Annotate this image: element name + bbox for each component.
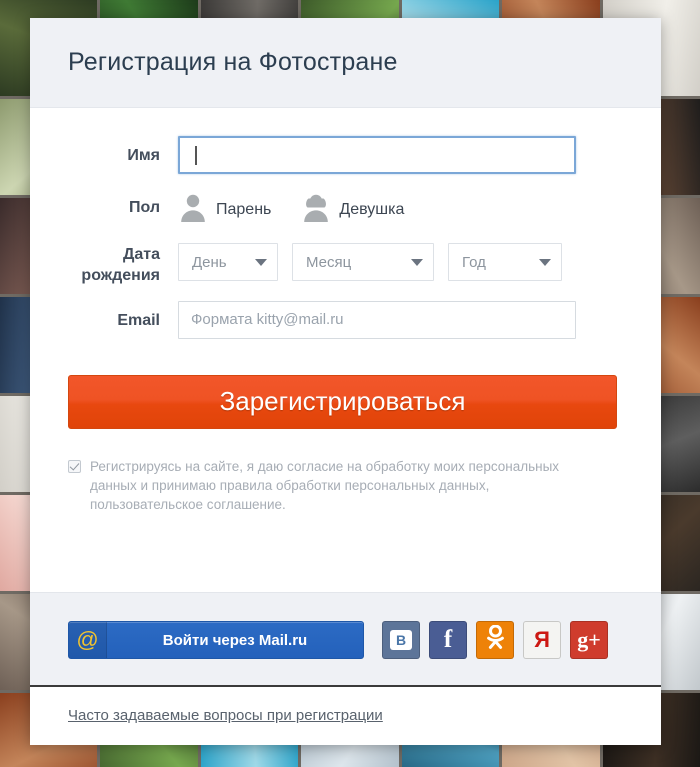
name-field-wrap	[178, 136, 623, 174]
registration-modal: Регистрация на Фотостране Имя Пол Парень…	[30, 18, 661, 745]
vkontakte-icon: В	[390, 630, 412, 650]
name-input[interactable]	[178, 136, 576, 174]
consent-text: Регистрируясь на сайте, я даю согласие н…	[90, 458, 560, 512]
registration-form: Имя Пол Парень Девушка Дата рождения Ден…	[30, 108, 661, 592]
yandex-icon: Я	[534, 627, 550, 652]
chevron-down-icon	[539, 258, 551, 266]
mailru-login-label: Войти через Mail.ru	[162, 631, 308, 649]
birthdate-day-value: День	[192, 253, 227, 271]
gender-option-female-label: Девушка	[339, 200, 405, 218]
at-glyph: @	[76, 627, 99, 652]
birthdate-label: Дата рождения	[30, 241, 178, 287]
page-title: Регистрация на Фотостране	[68, 48, 398, 76]
gender-field-wrap: Парень Девушка	[178, 188, 623, 227]
facebook-icon: f	[443, 626, 453, 653]
birthdate-year-value: Год	[462, 253, 486, 271]
faq-bar: Часто задаваемые вопросы при регистрации	[30, 685, 661, 745]
social-buttons: В f Я g+	[382, 621, 617, 659]
gender-option-male[interactable]: Парень	[178, 192, 271, 227]
email-label: Email	[117, 311, 160, 329]
form-row-birthdate: Дата рождения День Месяц Год	[30, 241, 623, 287]
odnoklassniki-icon	[486, 624, 505, 655]
google-plus-login-button[interactable]: g+	[570, 621, 608, 659]
google-plus-icon: g+	[577, 627, 601, 652]
faq-link[interactable]: Часто задаваемые вопросы при регистрации	[68, 707, 383, 724]
email-field-wrap: Формата kitty@mail.ru	[178, 300, 623, 339]
male-avatar-icon	[178, 192, 208, 227]
form-row-gender: Пол Парень Девушка	[30, 188, 623, 227]
birthdate-month-select[interactable]: Месяц	[292, 243, 434, 281]
at-icon: @	[69, 622, 107, 658]
odnoklassniki-login-button[interactable]	[476, 621, 514, 659]
vkontakte-login-button[interactable]: В	[382, 621, 420, 659]
consent-checkbox[interactable]	[68, 459, 81, 473]
text-cursor	[195, 145, 197, 165]
name-label: Имя	[127, 147, 160, 164]
female-avatar-icon	[301, 192, 331, 227]
birthdate-selects: День Месяц Год	[178, 241, 623, 281]
email-input[interactable]: Формата kitty@mail.ru	[178, 300, 576, 339]
gender-options: Парень Девушка	[178, 188, 623, 227]
birthdate-month-value: Месяц	[306, 253, 352, 271]
consent-block: Регистрируясь на сайте, я даю согласие н…	[30, 429, 623, 514]
modal-header: Регистрация на Фотостране	[30, 18, 661, 108]
birthdate-year-select[interactable]: Год	[448, 243, 562, 281]
chevron-down-icon	[255, 258, 267, 266]
birthdate-day-select[interactable]: День	[178, 243, 278, 281]
facebook-login-button[interactable]: f	[429, 621, 467, 659]
gender-label: Пол	[128, 199, 160, 216]
submit-wrap: Зарегистрироваться	[30, 353, 623, 429]
chevron-down-icon	[411, 258, 423, 266]
social-login-section: @ Войти через Mail.ru В f Я g+	[30, 592, 661, 685]
gender-option-male-label: Парень	[216, 200, 272, 218]
mailru-login-button[interactable]: @ Войти через Mail.ru	[68, 621, 364, 659]
form-row-name: Имя	[30, 136, 623, 174]
gender-option-female[interactable]: Девушка	[301, 192, 404, 227]
register-button[interactable]: Зарегистрироваться	[68, 374, 617, 429]
birthdate-label-line2: рождения	[81, 266, 160, 284]
email-input-placeholder: Формата kitty@mail.ru	[191, 310, 344, 328]
birthdate-field-wrap: День Месяц Год	[178, 241, 623, 281]
yandex-login-button[interactable]: Я	[523, 621, 561, 659]
birthdate-label-line1: Дата	[122, 246, 160, 263]
form-row-email: Email Формата kitty@mail.ru	[30, 300, 623, 339]
